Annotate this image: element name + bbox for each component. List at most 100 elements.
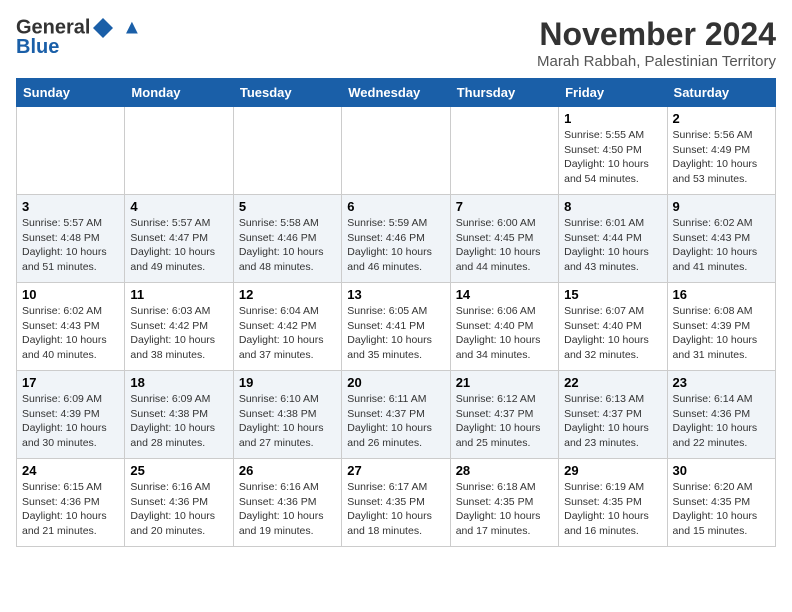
day-info: Sunrise: 6:01 AM Sunset: 4:44 PM Dayligh…	[564, 216, 661, 275]
calendar-title: November 2024	[537, 16, 776, 53]
day-number: 19	[239, 375, 336, 390]
cell-0-5: 1 Sunrise: 5:55 AM Sunset: 4:50 PM Daylig…	[559, 107, 667, 195]
day-info: Sunrise: 6:05 AM Sunset: 4:41 PM Dayligh…	[347, 304, 444, 363]
day-info: Sunrise: 6:04 AM Sunset: 4:42 PM Dayligh…	[239, 304, 336, 363]
day-number: 16	[673, 287, 770, 302]
cell-4-0: 24 Sunrise: 6:15 AM Sunset: 4:36 PM Dayli…	[17, 459, 125, 547]
day-number: 30	[673, 463, 770, 478]
cell-4-3: 27 Sunrise: 6:17 AM Sunset: 4:35 PM Dayli…	[342, 459, 450, 547]
header-monday: Monday	[125, 79, 233, 107]
day-number: 11	[130, 287, 227, 302]
cell-1-2: 5 Sunrise: 5:58 AM Sunset: 4:46 PM Daylig…	[233, 195, 341, 283]
day-info: Sunrise: 6:10 AM Sunset: 4:38 PM Dayligh…	[239, 392, 336, 451]
day-number: 26	[239, 463, 336, 478]
day-number: 20	[347, 375, 444, 390]
day-number: 15	[564, 287, 661, 302]
cell-2-3: 13 Sunrise: 6:05 AM Sunset: 4:41 PM Dayli…	[342, 283, 450, 371]
cell-1-5: 8 Sunrise: 6:01 AM Sunset: 4:44 PM Daylig…	[559, 195, 667, 283]
day-number: 6	[347, 199, 444, 214]
week-row-5: 24 Sunrise: 6:15 AM Sunset: 4:36 PM Dayli…	[17, 459, 776, 547]
cell-3-1: 18Sunrise: 6:09 AM Sunset: 4:38 PM Dayli…	[125, 371, 233, 459]
day-number: 8	[564, 199, 661, 214]
logo-general: General	[16, 16, 90, 38]
day-number: 1	[564, 111, 661, 126]
calendar-table: Sunday Monday Tuesday Wednesday Thursday…	[16, 78, 776, 547]
cell-1-6: 9 Sunrise: 6:02 AM Sunset: 4:43 PM Daylig…	[667, 195, 775, 283]
cell-4-6: 30 Sunrise: 6:20 AM Sunset: 4:35 PM Dayli…	[667, 459, 775, 547]
day-info: Sunrise: 5:57 AM Sunset: 4:48 PM Dayligh…	[22, 216, 119, 275]
day-number: 29	[564, 463, 661, 478]
day-number: 5	[239, 199, 336, 214]
header-sunday: Sunday	[17, 79, 125, 107]
day-number: 12	[239, 287, 336, 302]
header-tuesday: Tuesday	[233, 79, 341, 107]
day-number: 4	[130, 199, 227, 214]
cell-4-2: 26 Sunrise: 6:16 AM Sunset: 4:36 PM Dayli…	[233, 459, 341, 547]
day-info: Sunrise: 6:19 AM Sunset: 4:35 PM Dayligh…	[564, 480, 661, 539]
day-number: 18	[130, 375, 227, 390]
day-number: 27	[347, 463, 444, 478]
day-number: 2	[673, 111, 770, 126]
cell-1-3: 6 Sunrise: 5:59 AM Sunset: 4:46 PM Daylig…	[342, 195, 450, 283]
day-number: 14	[456, 287, 553, 302]
cell-0-4	[450, 107, 558, 195]
header-thursday: Thursday	[450, 79, 558, 107]
day-number: 28	[456, 463, 553, 478]
header-saturday: Saturday	[667, 79, 775, 107]
day-number: 13	[347, 287, 444, 302]
day-number: 22	[564, 375, 661, 390]
week-row-4: 17 Sunrise: 6:09 AM Sunset: 4:39 PM Dayli…	[17, 371, 776, 459]
cell-3-3: 20 Sunrise: 6:11 AM Sunset: 4:37 PM Dayli…	[342, 371, 450, 459]
cell-2-1: 11 Sunrise: 6:03 AM Sunset: 4:42 PM Dayli…	[125, 283, 233, 371]
cell-4-5: 29 Sunrise: 6:19 AM Sunset: 4:35 PM Dayli…	[559, 459, 667, 547]
cell-0-6: 2 Sunrise: 5:56 AM Sunset: 4:49 PM Daylig…	[667, 107, 775, 195]
week-row-3: 10Sunrise: 6:02 AM Sunset: 4:43 PM Dayli…	[17, 283, 776, 371]
cell-3-2: 19 Sunrise: 6:10 AM Sunset: 4:38 PM Dayli…	[233, 371, 341, 459]
day-info: Sunrise: 6:02 AM Sunset: 4:43 PM Dayligh…	[22, 304, 119, 363]
cell-0-3	[342, 107, 450, 195]
day-number: 9	[673, 199, 770, 214]
day-number: 17	[22, 375, 119, 390]
calendar-subtitle: Marah Rabbah, Palestinian Territory	[537, 53, 776, 70]
logo-blue: Blue	[16, 36, 59, 58]
day-info: Sunrise: 5:59 AM Sunset: 4:46 PM Dayligh…	[347, 216, 444, 275]
logo: General ▲ Blue	[16, 16, 142, 58]
day-info: Sunrise: 6:20 AM Sunset: 4:35 PM Dayligh…	[673, 480, 770, 539]
day-number: 7	[456, 199, 553, 214]
day-info: Sunrise: 6:08 AM Sunset: 4:39 PM Dayligh…	[673, 304, 770, 363]
day-number: 3	[22, 199, 119, 214]
day-info: Sunrise: 6:15 AM Sunset: 4:36 PM Dayligh…	[22, 480, 119, 539]
cell-1-0: 3 Sunrise: 5:57 AM Sunset: 4:48 PM Daylig…	[17, 195, 125, 283]
day-info: Sunrise: 6:14 AM Sunset: 4:36 PM Dayligh…	[673, 392, 770, 451]
cell-4-1: 25Sunrise: 6:16 AM Sunset: 4:36 PM Dayli…	[125, 459, 233, 547]
day-info: Sunrise: 6:18 AM Sunset: 4:35 PM Dayligh…	[456, 480, 553, 539]
week-row-2: 3 Sunrise: 5:57 AM Sunset: 4:48 PM Daylig…	[17, 195, 776, 283]
cell-2-4: 14 Sunrise: 6:06 AM Sunset: 4:40 PM Dayli…	[450, 283, 558, 371]
day-info: Sunrise: 6:13 AM Sunset: 4:37 PM Dayligh…	[564, 392, 661, 451]
page-header: General ▲ Blue November 2024 Marah Rabba…	[16, 16, 776, 70]
day-info: Sunrise: 6:16 AM Sunset: 4:36 PM Dayligh…	[130, 480, 227, 539]
cell-0-2	[233, 107, 341, 195]
day-info: Sunrise: 5:56 AM Sunset: 4:49 PM Dayligh…	[673, 128, 770, 187]
cell-1-4: 7 Sunrise: 6:00 AM Sunset: 4:45 PM Daylig…	[450, 195, 558, 283]
day-info: Sunrise: 6:17 AM Sunset: 4:35 PM Dayligh…	[347, 480, 444, 539]
day-number: 24	[22, 463, 119, 478]
cell-3-0: 17 Sunrise: 6:09 AM Sunset: 4:39 PM Dayli…	[17, 371, 125, 459]
day-info: Sunrise: 6:12 AM Sunset: 4:37 PM Dayligh…	[456, 392, 553, 451]
day-info: Sunrise: 6:11 AM Sunset: 4:37 PM Dayligh…	[347, 392, 444, 451]
cell-2-0: 10Sunrise: 6:02 AM Sunset: 4:43 PM Dayli…	[17, 283, 125, 371]
day-number: 21	[456, 375, 553, 390]
day-info: Sunrise: 5:55 AM Sunset: 4:50 PM Dayligh…	[564, 128, 661, 187]
day-info: Sunrise: 6:03 AM Sunset: 4:42 PM Dayligh…	[130, 304, 227, 363]
day-info: Sunrise: 6:09 AM Sunset: 4:39 PM Dayligh…	[22, 392, 119, 451]
cell-0-0	[17, 107, 125, 195]
day-info: Sunrise: 6:07 AM Sunset: 4:40 PM Dayligh…	[564, 304, 661, 363]
day-info: Sunrise: 6:06 AM Sunset: 4:40 PM Dayligh…	[456, 304, 553, 363]
day-info: Sunrise: 6:16 AM Sunset: 4:36 PM Dayligh…	[239, 480, 336, 539]
day-info: Sunrise: 5:58 AM Sunset: 4:46 PM Dayligh…	[239, 216, 336, 275]
day-info: Sunrise: 6:02 AM Sunset: 4:43 PM Dayligh…	[673, 216, 770, 275]
cell-4-4: 28 Sunrise: 6:18 AM Sunset: 4:35 PM Dayli…	[450, 459, 558, 547]
day-info: Sunrise: 6:00 AM Sunset: 4:45 PM Dayligh…	[456, 216, 553, 275]
header-friday: Friday	[559, 79, 667, 107]
cell-1-1: 4Sunrise: 5:57 AM Sunset: 4:47 PM Daylig…	[125, 195, 233, 283]
